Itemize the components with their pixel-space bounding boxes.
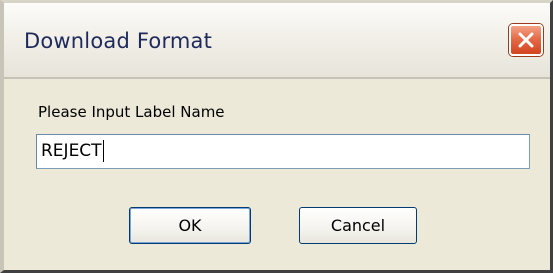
label-name-input[interactable]: REJECT xyxy=(36,134,530,169)
download-format-dialog: Download Format Please Input Label Name … xyxy=(0,0,553,273)
cancel-button[interactable]: Cancel xyxy=(299,207,417,244)
close-button[interactable] xyxy=(509,24,543,56)
dialog-title: Download Format xyxy=(24,29,213,53)
title-bar[interactable]: Download Format xyxy=(4,3,550,79)
label-name-value: REJECT xyxy=(41,141,102,161)
ok-button[interactable]: OK xyxy=(129,207,251,244)
label-name-prompt: Please Input Label Name xyxy=(38,103,225,121)
text-caret xyxy=(102,140,104,162)
close-x-icon xyxy=(518,32,534,48)
